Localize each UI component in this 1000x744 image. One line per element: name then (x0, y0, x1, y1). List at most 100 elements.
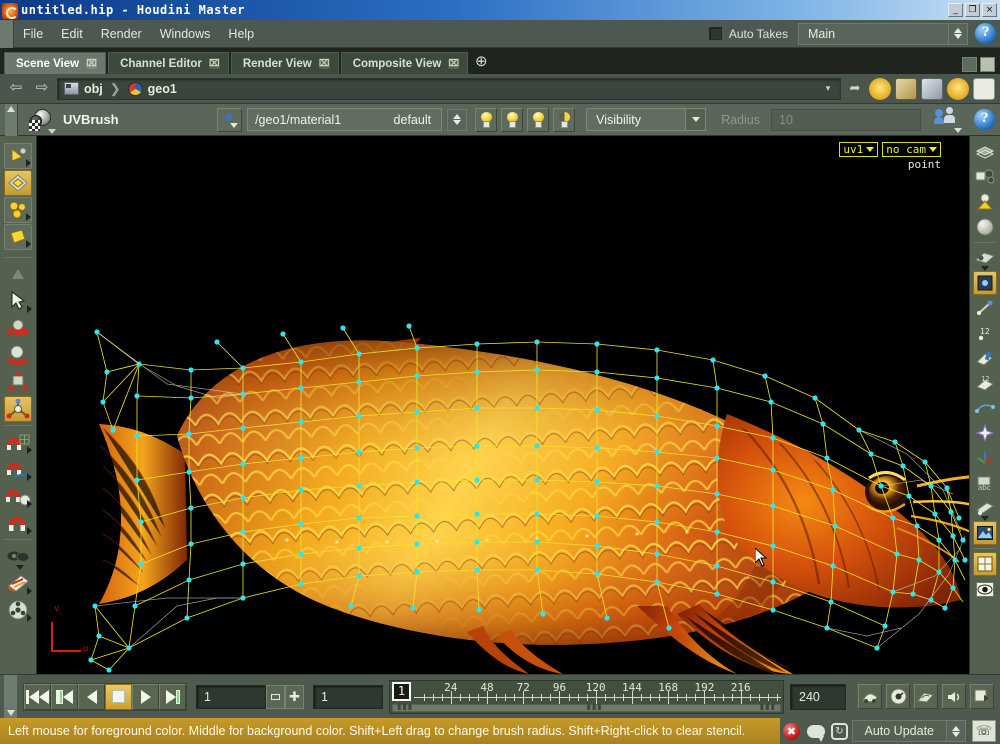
help-button[interactable]: ? (975, 23, 996, 44)
light-key-icon[interactable] (501, 107, 524, 132)
minimize-button[interactable]: _ (948, 3, 963, 17)
frame-field[interactable]: 1 (196, 684, 266, 709)
handle-tool[interactable] (4, 143, 32, 169)
box-object-icon[interactable] (895, 77, 917, 100)
uv-edit-tool[interactable] (4, 170, 32, 196)
scroll-grip-right[interactable]: ▮▮▮ (760, 702, 776, 711)
split-pane-icon[interactable] (962, 57, 977, 72)
close-icon[interactable]: ⌧ (318, 58, 330, 69)
timeline-scroll-down[interactable] (4, 674, 17, 719)
point-numbers[interactable]: 12 (973, 321, 997, 345)
tab-scene-view[interactable]: Scene View ⌧ (4, 52, 107, 74)
light-fill-icon[interactable] (527, 107, 550, 132)
play-forward[interactable] (132, 683, 159, 710)
menu-windows[interactable]: Windows (151, 24, 220, 44)
scroll-grip-mid[interactable]: ▮▮▮ (587, 702, 603, 711)
radius-field[interactable]: 10 (771, 108, 921, 131)
realtime-toggle[interactable] (886, 684, 910, 709)
play-reverse[interactable] (78, 683, 105, 710)
breadcrumb-geo1[interactable]: geo1 (127, 81, 177, 96)
two-panel-icon[interactable] (921, 77, 943, 100)
path-field[interactable]: obj ❯ geo1 ▾ (57, 77, 841, 100)
stop-error-icon[interactable]: ✖ (780, 719, 804, 743)
menu-edit[interactable]: Edit (52, 24, 92, 44)
snap-point-tool[interactable] (4, 483, 32, 509)
scroll-grip-left[interactable]: ▮▮▮ (397, 702, 413, 711)
paint-tool[interactable] (4, 543, 32, 570)
grid-display[interactable] (973, 552, 997, 576)
add-tab-button[interactable]: ⊕ (470, 52, 492, 74)
texture-tool[interactable] (4, 570, 32, 596)
menu-render[interactable]: Render (92, 24, 151, 44)
toolbar-help-button[interactable]: ? (974, 109, 995, 130)
current-frame-marker[interactable]: 1 (392, 681, 411, 701)
menu-file[interactable]: File (14, 24, 52, 44)
light-icon[interactable] (869, 77, 891, 100)
audio-toggle[interactable] (942, 684, 966, 709)
point-display[interactable] (973, 271, 997, 295)
take-spinner[interactable] (948, 22, 968, 45)
select-tool[interactable] (4, 288, 32, 314)
point-normals[interactable] (973, 296, 997, 320)
view-tool[interactable] (4, 261, 32, 287)
stop-button[interactable] (105, 683, 132, 710)
light-full-icon[interactable] (475, 107, 498, 132)
comment-icon[interactable] (804, 719, 828, 743)
material-spinner[interactable] (447, 108, 468, 131)
shading-mode[interactable] (973, 140, 997, 164)
take-selector[interactable]: Main (798, 22, 948, 45)
display-options[interactable] (973, 246, 997, 271)
auto-update-spinner[interactable] (946, 720, 966, 742)
frame-lock-button[interactable] (266, 684, 285, 709)
snap-curve-tool[interactable] (4, 456, 32, 482)
blank-panel-icon[interactable] (973, 77, 995, 100)
chevron-down-icon[interactable] (685, 109, 706, 130)
close-icon[interactable]: ⌧ (208, 58, 220, 69)
next-keyframe[interactable] (159, 683, 186, 710)
curve-display[interactable] (973, 396, 997, 420)
camera-dropdown[interactable]: no cam (882, 142, 941, 157)
smooth-shade[interactable] (973, 215, 997, 239)
move-tool[interactable] (4, 315, 32, 341)
close-icon[interactable]: ⌧ (448, 58, 460, 69)
uv-set-dropdown[interactable]: uv1 (839, 142, 879, 157)
end-frame-field[interactable]: 240 (790, 683, 846, 710)
sun-icon[interactable] (947, 77, 969, 100)
start-frame-field[interactable]: 1 (313, 684, 383, 709)
auto-takes-toggle[interactable]: Auto Takes (703, 23, 798, 45)
tab-composite-view[interactable]: Composite View ⌧ (340, 52, 469, 74)
film-tool[interactable] (4, 597, 32, 623)
origin-display[interactable] (973, 421, 997, 445)
visibility-dropdown[interactable]: Visibility (586, 108, 707, 131)
prim-numbers[interactable]: 12 (973, 371, 997, 395)
auto-update-selector[interactable]: Auto Update (851, 720, 946, 742)
uv-flatten-tool[interactable] (4, 224, 32, 250)
jump-to-start[interactable] (24, 683, 51, 710)
maximize-pane-icon[interactable] (980, 57, 995, 72)
tab-channel-editor[interactable]: Channel Editor ⌧ (108, 52, 229, 74)
visibility-eye[interactable] (973, 577, 997, 601)
light-half-icon[interactable] (553, 107, 576, 132)
pin-icon[interactable]: ➦ (845, 79, 865, 99)
material-path-field[interactable]: /geo1/material1 default (247, 108, 443, 131)
uv-pelt-tool[interactable] (4, 197, 32, 223)
back-arrow-icon[interactable]: ⇦ (5, 79, 27, 99)
snap-multi-tool[interactable] (4, 510, 32, 536)
node-picker-icon[interactable] (217, 107, 243, 132)
breadcrumb-obj[interactable]: obj (64, 82, 103, 96)
playbar-options[interactable] (858, 684, 882, 709)
material-display[interactable] (973, 496, 997, 521)
axes-display[interactable] (973, 446, 997, 470)
lighting-mode[interactable] (973, 165, 997, 189)
uv-viewport[interactable]: uv1 no cam point v u (37, 136, 969, 674)
select-person-icon[interactable] (934, 106, 962, 133)
abc-text-icon[interactable]: abc (973, 471, 997, 495)
prim-display[interactable] (973, 346, 997, 370)
frame-expand-button[interactable]: ✚ (285, 684, 304, 709)
chevron-down-icon[interactable]: ▾ (822, 83, 834, 94)
texture-display[interactable] (973, 521, 997, 545)
previous-keyframe[interactable] (51, 683, 78, 710)
rotate-tool[interactable] (4, 342, 32, 368)
timeline-ruler[interactable]: 1 24 48 72 96 120 144 168 192 216 ▮▮▮ ▮▮▮ ▮▮▮ (389, 679, 784, 714)
key-options[interactable] (970, 684, 994, 709)
